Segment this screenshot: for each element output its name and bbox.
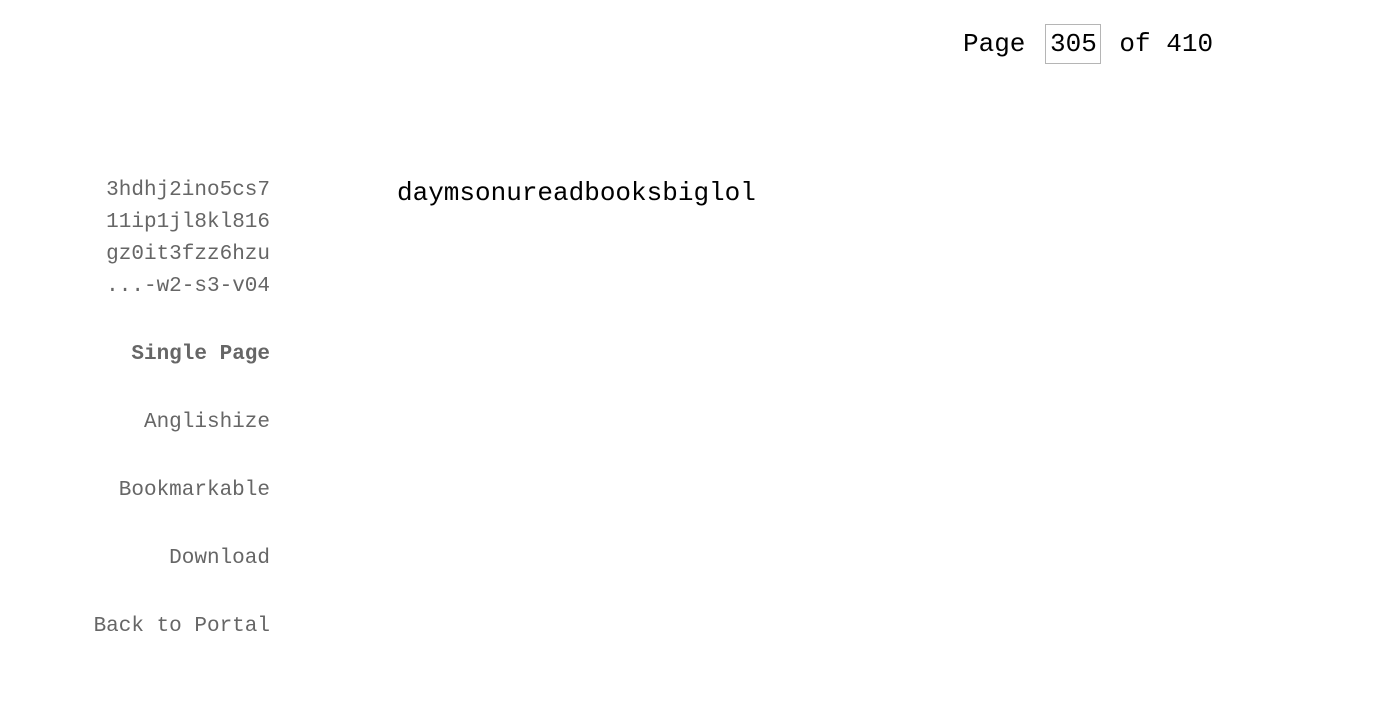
hash-line-4: ...-w2-s3-v04 (106, 275, 270, 298)
download-link[interactable]: Download (40, 543, 270, 575)
page-content: daymsonureadbooksbiglol (397, 178, 756, 208)
hash-line-2: 11ip1jl8kl816 (106, 211, 270, 234)
location-hash: 3hdhj2ino5cs7 11ip1jl8kl816 gz0it3fzz6hz… (40, 175, 270, 303)
sidebar: 3hdhj2ino5cs7 11ip1jl8kl816 gz0it3fzz6hz… (40, 175, 270, 679)
of-label: of (1119, 29, 1151, 59)
page-number-input[interactable] (1045, 24, 1102, 64)
anglishize-link[interactable]: Anglishize (40, 407, 270, 439)
sidebar-menu: Single Page Anglishize Bookmarkable Down… (40, 339, 270, 643)
single-page-link[interactable]: Single Page (40, 339, 270, 371)
total-pages: 410 (1166, 29, 1214, 59)
page-label: Page (963, 29, 1026, 59)
hash-line-3: gz0it3fzz6hzu (106, 243, 270, 266)
back-to-portal-link[interactable]: Back to Portal (40, 611, 270, 643)
bookmarkable-link[interactable]: Bookmarkable (40, 475, 270, 507)
hash-line-1: 3hdhj2ino5cs7 (106, 179, 270, 202)
page-navigator: Page of 410 (963, 22, 1213, 66)
